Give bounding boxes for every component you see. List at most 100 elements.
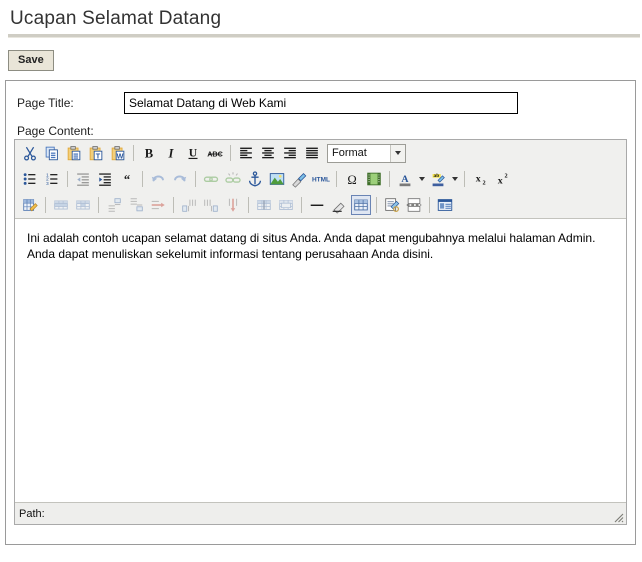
redo-icon	[170, 169, 190, 189]
split-cells-icon	[254, 195, 274, 215]
svg-text:HTML: HTML	[312, 177, 330, 184]
merge-cells-icon	[276, 195, 296, 215]
horizontal-rule-icon[interactable]	[307, 195, 327, 215]
editor-content-area[interactable]: Ini adalah contoh ucapan selamat datang …	[15, 219, 626, 502]
backcolor-icon[interactable]: ab	[428, 169, 448, 189]
toolbar-separator	[173, 197, 174, 213]
insert-row-after-icon	[126, 195, 146, 215]
toolbar-separator	[429, 197, 430, 213]
align-center-icon[interactable]	[258, 143, 278, 163]
unlink-icon	[223, 169, 243, 189]
image-icon[interactable]	[267, 169, 287, 189]
toolbar-row-1: T W B I U ABC Format	[15, 140, 626, 166]
indent-icon[interactable]	[95, 169, 115, 189]
charmap-icon[interactable]: Ω	[342, 169, 362, 189]
svg-text:2: 2	[482, 179, 485, 186]
insert-column-after-icon	[201, 195, 221, 215]
remove-format-icon[interactable]	[329, 195, 349, 215]
copy-icon[interactable]	[42, 143, 62, 163]
toolbar-separator	[301, 197, 302, 213]
toolbar-separator	[230, 145, 231, 161]
page-title: Ucapan Selamat Datang	[10, 8, 222, 29]
toolbar-separator	[389, 171, 390, 187]
align-justify-icon[interactable]	[302, 143, 322, 163]
toolbar-separator	[45, 197, 46, 213]
save-button[interactable]: Save	[8, 50, 54, 71]
toolbar-separator	[464, 171, 465, 187]
resize-grip-icon[interactable]	[611, 510, 624, 523]
paste-as-text-icon[interactable]: T	[86, 143, 106, 163]
format-select[interactable]: Format	[327, 143, 406, 163]
media-icon[interactable]	[364, 169, 384, 189]
page-title-input[interactable]	[124, 92, 518, 114]
table-properties-icon[interactable]	[20, 195, 40, 215]
editor-path-label: Path:	[19, 507, 45, 520]
svg-text:T: T	[96, 151, 101, 160]
strikethrough-icon[interactable]: ABC	[205, 143, 225, 163]
undo-icon	[148, 169, 168, 189]
unordered-list-icon[interactable]	[20, 169, 40, 189]
toolbar-separator	[142, 171, 143, 187]
underline-icon[interactable]: U	[183, 143, 203, 163]
align-right-icon[interactable]	[280, 143, 300, 163]
page-content-field-row: Page Content:	[6, 116, 635, 140]
anchor-icon[interactable]	[245, 169, 265, 189]
save-button-container: Save	[0, 38, 642, 77]
svg-text:3: 3	[46, 181, 49, 187]
toolbar-separator	[336, 171, 337, 187]
visual-aid-icon[interactable]	[351, 195, 371, 215]
link-icon	[201, 169, 221, 189]
paste-icon[interactable]	[64, 143, 84, 163]
svg-text:U: U	[189, 147, 198, 160]
toolbar-separator	[195, 171, 196, 187]
backcolor-dropdown-arrow[interactable]	[449, 169, 460, 189]
editor-toolbars: T W B I U ABC Format 1 2 3 “ HTML Ω Aab x 2 x 2	[15, 140, 626, 219]
delete-row-icon	[148, 195, 168, 215]
page-break-icon[interactable]	[404, 195, 424, 215]
superscript-icon[interactable]: x2	[492, 169, 512, 189]
svg-text:W: W	[117, 151, 124, 160]
align-left-icon[interactable]	[236, 143, 256, 163]
subscript-icon[interactable]: x2	[470, 169, 490, 189]
svg-text:“: “	[124, 173, 130, 187]
svg-text:B: B	[145, 147, 154, 161]
svg-text:Ω: Ω	[347, 173, 356, 187]
toolbar-separator	[133, 145, 134, 161]
forecolor-dropdown-arrow[interactable]	[416, 169, 427, 189]
chevron-down-icon[interactable]	[390, 144, 405, 162]
html-source-icon[interactable]: HTML	[311, 169, 331, 189]
template-icon[interactable]	[435, 195, 455, 215]
page-title-field-row: Page Title:	[6, 81, 635, 116]
italic-icon[interactable]: I	[161, 143, 181, 163]
table-row-properties-icon	[51, 195, 71, 215]
toolbar-separator	[98, 197, 99, 213]
editor-statusbar: Path:	[15, 502, 626, 524]
toolbar-separator	[67, 171, 68, 187]
editor-paragraph: Ini adalah contoh ucapan selamat datang …	[27, 231, 596, 261]
forecolor-icon[interactable]: A	[395, 169, 415, 189]
toolbar-row-3	[15, 192, 626, 218]
svg-text:2: 2	[504, 173, 507, 180]
cut-icon[interactable]	[20, 143, 40, 163]
toolbar-separator	[248, 197, 249, 213]
toolbar-separator	[376, 197, 377, 213]
cleanup-icon[interactable]	[289, 169, 309, 189]
rich-text-editor: T W B I U ABC Format 1 2 3 “ HTML Ω Aab x 2 x 2 Ini adal…	[14, 139, 627, 525]
insert-row-before-icon	[104, 195, 124, 215]
svg-text:ab: ab	[434, 173, 440, 179]
ordered-list-icon[interactable]: 123	[42, 169, 62, 189]
blockquote-icon[interactable]: “	[117, 169, 137, 189]
paste-from-word-icon[interactable]: W	[108, 143, 128, 163]
table-cell-properties-icon	[73, 195, 93, 215]
bold-icon[interactable]: B	[139, 143, 159, 163]
outdent-icon	[73, 169, 93, 189]
page-title-label: Page Title:	[17, 96, 74, 110]
toolbar-row-2: 1 2 3 “ HTML Ω Aab x 2 x 2	[15, 166, 626, 192]
delete-column-icon	[223, 195, 243, 215]
page-content-label: Page Content:	[17, 124, 94, 138]
svg-text:I: I	[168, 147, 175, 161]
format-select-label: Format	[332, 147, 367, 159]
preview-icon[interactable]	[382, 195, 402, 215]
insert-column-before-icon	[179, 195, 199, 215]
form-panel: Page Title: Page Content: T W BI U ABC Format…	[5, 80, 636, 545]
